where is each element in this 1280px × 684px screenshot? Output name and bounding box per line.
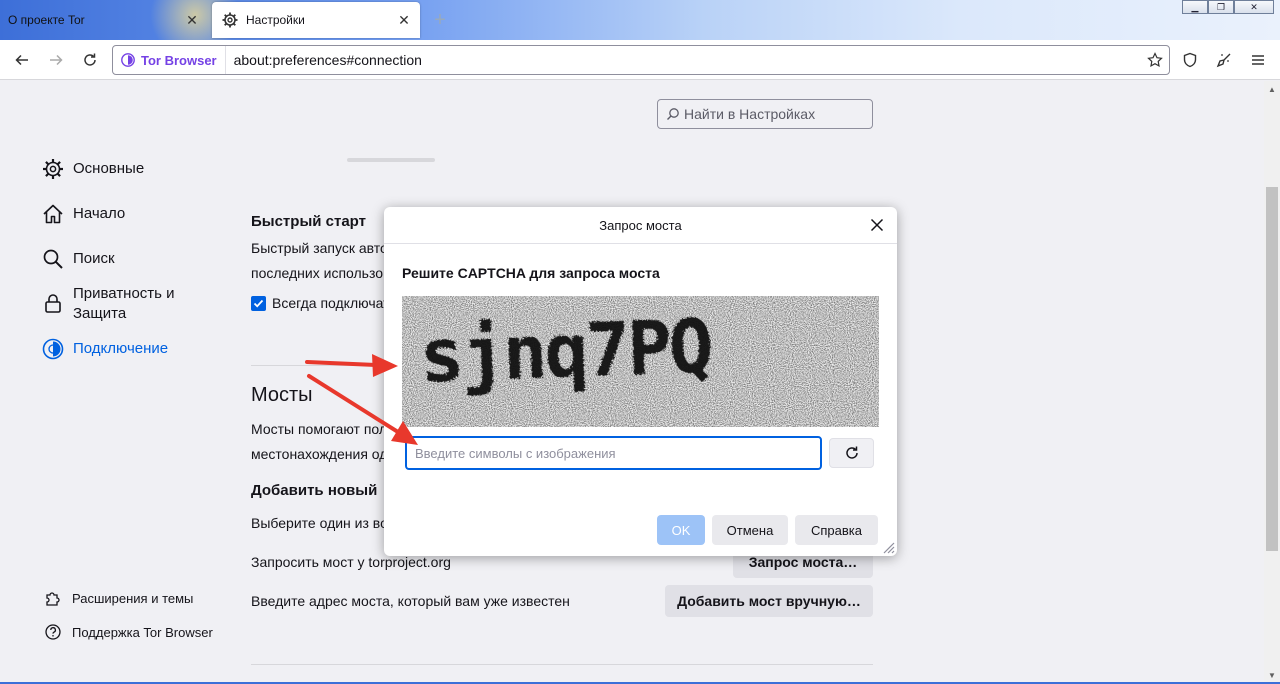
quickstart-checkbox[interactable]: Всегда подключат bbox=[251, 295, 390, 311]
close-icon bbox=[870, 218, 884, 232]
back-button[interactable] bbox=[8, 46, 36, 74]
sidebar-item-search[interactable]: Поиск bbox=[42, 248, 115, 270]
menu-button[interactable] bbox=[1244, 46, 1272, 74]
sidebar-item-label: Поиск bbox=[73, 250, 115, 267]
captcha-refresh-button[interactable] bbox=[829, 438, 874, 468]
section-divider bbox=[251, 664, 873, 665]
sidebar-item-general[interactable]: Основные bbox=[42, 158, 144, 180]
bridges-heading: Мосты bbox=[251, 384, 313, 406]
captcha-solution-input[interactable] bbox=[405, 436, 822, 470]
sidebar-item-home[interactable]: Начало bbox=[42, 203, 125, 225]
dialog-title: Запрос моста bbox=[599, 217, 682, 233]
close-icon[interactable]: ✕ bbox=[180, 8, 204, 32]
window-close-button[interactable]: ✕ bbox=[1234, 0, 1274, 14]
forward-arrow-icon bbox=[50, 54, 63, 66]
broom-icon bbox=[1216, 53, 1231, 68]
captcha-input-field[interactable] bbox=[415, 445, 820, 461]
sidebar-item-privacy[interactable]: Приватность и Защита bbox=[42, 284, 193, 324]
minimize-button[interactable]: ▁ bbox=[1182, 0, 1208, 14]
sidebar-footer-label: Расширения и темы bbox=[72, 590, 194, 606]
checkbox-checked-icon[interactable] bbox=[251, 295, 266, 311]
ok-button[interactable]: OK bbox=[657, 515, 705, 545]
resize-grip-icon[interactable] bbox=[881, 540, 895, 554]
choose-bridge-text: Выберите один из во bbox=[251, 515, 388, 531]
new-tab-button[interactable]: + bbox=[428, 8, 452, 32]
scroll-up-arrow-icon[interactable]: ▲ bbox=[1264, 81, 1280, 98]
new-identity-button[interactable] bbox=[1210, 46, 1238, 74]
tab-title: Настройки bbox=[246, 13, 305, 27]
dialog-close-button[interactable] bbox=[867, 215, 887, 235]
cancel-button[interactable]: Отмена bbox=[712, 515, 788, 545]
add-bridge-manually-button[interactable]: Добавить мост вручную… bbox=[665, 585, 873, 617]
nav-bar: Tor Browser about:preferences#connection bbox=[0, 40, 1280, 80]
search-icon bbox=[667, 108, 679, 120]
gear-icon bbox=[222, 12, 238, 28]
close-icon[interactable]: ✕ bbox=[392, 8, 416, 32]
checkbox-label: Всегда подключат bbox=[272, 295, 390, 311]
tab-about-tor[interactable]: О проекте Tor ✕ bbox=[0, 2, 208, 38]
bridges-desc-line1: Мосты помогают пол bbox=[251, 421, 388, 437]
add-bridge-heading: Добавить новый bbox=[251, 482, 378, 499]
search-icon bbox=[42, 248, 64, 270]
quickstart-desc-line1: Быстрый запуск авто bbox=[251, 240, 388, 256]
gear-icon bbox=[42, 158, 64, 180]
search-placeholder: Найти в Настройках bbox=[684, 106, 816, 122]
url-text[interactable]: about:preferences#connection bbox=[226, 52, 1141, 68]
dialog-heading: Решите CAPTCHA для запроса моста bbox=[402, 265, 660, 281]
shield-icon bbox=[1183, 52, 1197, 68]
reload-icon bbox=[845, 446, 858, 459]
sidebar-footer-label: Поддержка Tor Browser bbox=[72, 624, 213, 640]
page-scrollbar[interactable]: ▲ ▼ bbox=[1264, 81, 1280, 684]
identity-label: Tor Browser bbox=[141, 52, 217, 68]
lock-icon bbox=[42, 292, 64, 314]
hamburger-menu-icon bbox=[1252, 55, 1264, 65]
home-icon bbox=[42, 203, 64, 225]
forward-button[interactable] bbox=[42, 46, 70, 74]
tor-onion-icon bbox=[121, 53, 135, 67]
back-arrow-icon bbox=[15, 54, 28, 66]
help-icon bbox=[44, 623, 62, 641]
tab-strip: О проекте Tor ✕ Настройки ✕ + ▁ ❐ ✕ bbox=[0, 0, 1280, 40]
tab-title: О проекте Tor bbox=[8, 13, 85, 27]
preferences-search-input[interactable]: Найти в Настройках bbox=[657, 99, 873, 129]
help-button[interactable]: Справка bbox=[795, 515, 878, 545]
puzzle-icon bbox=[44, 589, 62, 607]
scrolled-off-remnant bbox=[347, 158, 435, 162]
quickstart-heading: Быстрый старт bbox=[251, 213, 366, 230]
manual-bridge-text: Введите адрес моста, который вам уже изв… bbox=[251, 593, 570, 609]
scrollbar-thumb[interactable] bbox=[1266, 187, 1278, 551]
sidebar-item-label: Начало bbox=[73, 205, 126, 222]
reload-button[interactable] bbox=[76, 46, 104, 74]
sidebar-item-label: Приватность и Защита bbox=[73, 285, 175, 322]
tor-connection-icon bbox=[42, 338, 64, 360]
request-bridge-dialog: Запрос моста Решите CAPTCHA для запроса … bbox=[384, 207, 897, 556]
sidebar-item-label: Основные bbox=[73, 160, 145, 177]
sidebar-item-connection[interactable]: Подключение bbox=[42, 338, 168, 360]
tab-settings[interactable]: Настройки ✕ bbox=[212, 2, 420, 38]
url-bar[interactable]: Tor Browser about:preferences#connection bbox=[112, 45, 1170, 75]
sidebar-footer-support[interactable]: Поддержка Tor Browser bbox=[44, 623, 213, 641]
captcha-image: sjnq7PQ bbox=[402, 296, 879, 427]
window-controls: ▁ ❐ ✕ bbox=[1182, 0, 1274, 14]
sidebar-item-label: Подключение bbox=[73, 340, 169, 357]
maximize-button[interactable]: ❐ bbox=[1208, 0, 1234, 14]
reload-icon bbox=[84, 53, 96, 66]
request-bridge-text: Запросить мост у torproject.org bbox=[251, 554, 451, 570]
sidebar-footer-extensions[interactable]: Расширения и темы bbox=[44, 589, 193, 607]
identity-box[interactable]: Tor Browser bbox=[113, 46, 226, 74]
bookmark-star-icon[interactable] bbox=[1141, 46, 1169, 74]
quickstart-desc-line2: последних использо bbox=[251, 265, 384, 281]
dialog-titlebar: Запрос моста bbox=[384, 207, 897, 244]
security-level-button[interactable] bbox=[1176, 46, 1204, 74]
bridges-desc-line2: местонахождения од bbox=[251, 446, 388, 462]
